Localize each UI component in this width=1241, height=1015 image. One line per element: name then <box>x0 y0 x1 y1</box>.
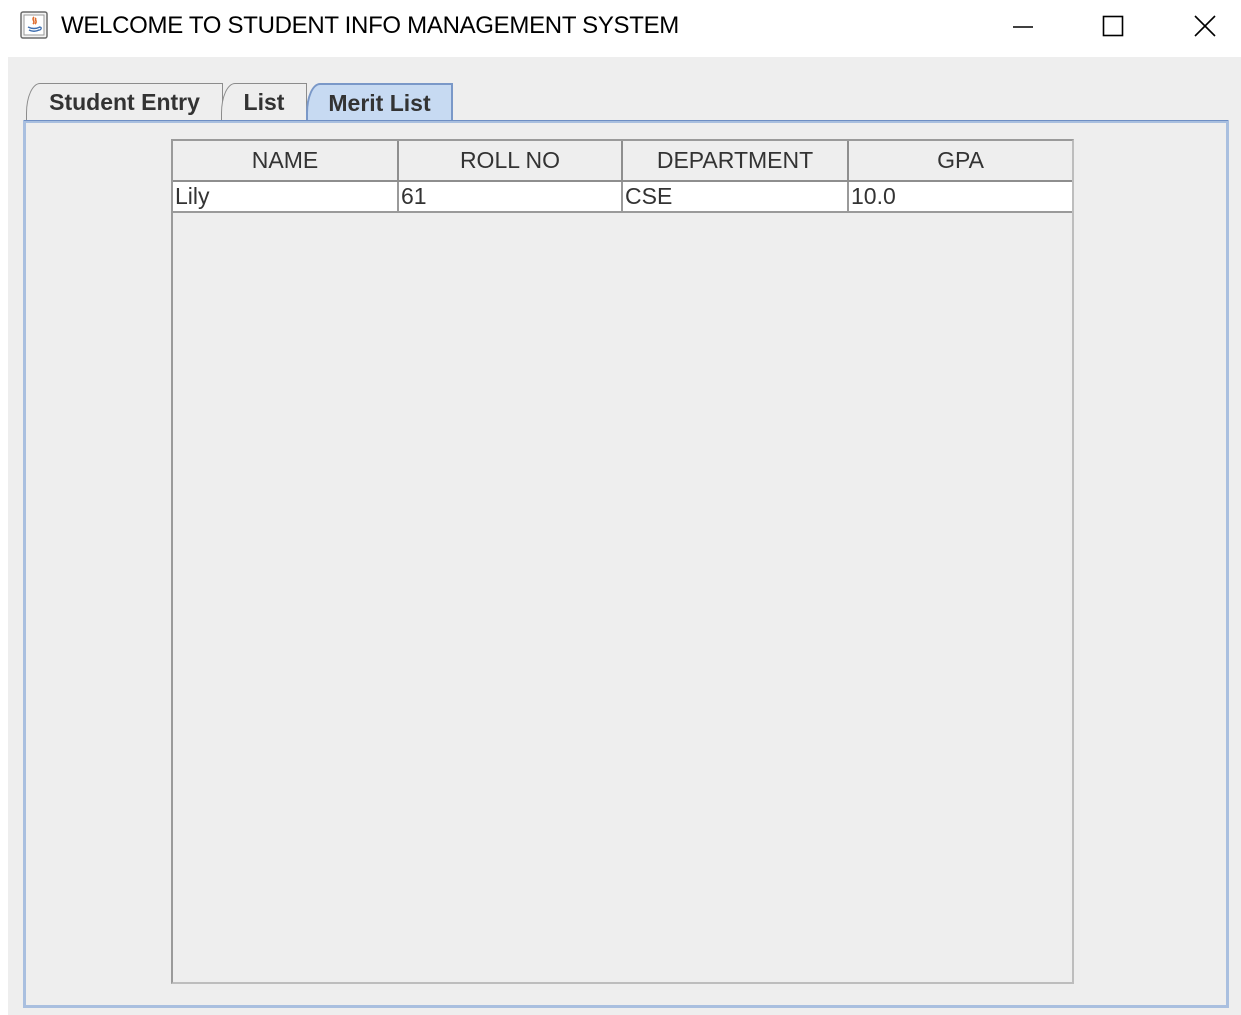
window-title: WELCOME TO STUDENT INFO MANAGEMENT SYSTE… <box>61 12 679 39</box>
merit-list-table[interactable]: NAME ROLL NO DEPARTMENT GPA Lily 61 CSE … <box>173 141 1072 213</box>
panel-top-line <box>24 120 1228 121</box>
cell-name[interactable]: Lily <box>173 181 399 213</box>
minimize-button[interactable] <box>978 0 1068 52</box>
close-icon <box>1194 15 1216 37</box>
tab-label: List <box>243 89 285 115</box>
tab-label: Student Entry <box>49 89 200 115</box>
column-header-department[interactable]: DEPARTMENT <box>622 141 849 182</box>
cell-gpa[interactable]: 10.0 <box>848 181 1072 213</box>
title-bar[interactable]: WELCOME TO STUDENT INFO MANAGEMENT SYSTE… <box>0 0 1241 56</box>
tab-student-entry[interactable]: Student Entry <box>26 83 223 121</box>
application-window: WELCOME TO STUDENT INFO MANAGEMENT SYSTE… <box>0 0 1241 1015</box>
tab-label: Merit List <box>328 89 431 116</box>
cell-roll-no[interactable]: 61 <box>398 181 623 213</box>
merit-list-table-pane[interactable]: NAME ROLL NO DEPARTMENT GPA Lily 61 CSE … <box>171 139 1074 984</box>
minimize-icon <box>1013 26 1033 28</box>
maximize-button[interactable] <box>1068 0 1158 52</box>
tab-list[interactable]: List <box>221 83 307 121</box>
close-button[interactable] <box>1160 0 1241 52</box>
column-header-roll-no[interactable]: ROLL NO <box>398 141 623 182</box>
maximize-icon <box>1102 15 1124 37</box>
column-header-gpa[interactable]: GPA <box>848 141 1072 182</box>
client-area: Student Entry List Merit List NAME ROLL … <box>8 57 1241 1015</box>
tab-merit-list[interactable]: Merit List <box>306 83 453 121</box>
column-header-name[interactable]: NAME <box>173 141 399 182</box>
cell-department[interactable]: CSE <box>622 181 849 213</box>
java-app-icon <box>20 11 48 39</box>
table-header-row: NAME ROLL NO DEPARTMENT GPA <box>173 141 1072 182</box>
table-row[interactable]: Lily 61 CSE 10.0 <box>173 181 1072 213</box>
